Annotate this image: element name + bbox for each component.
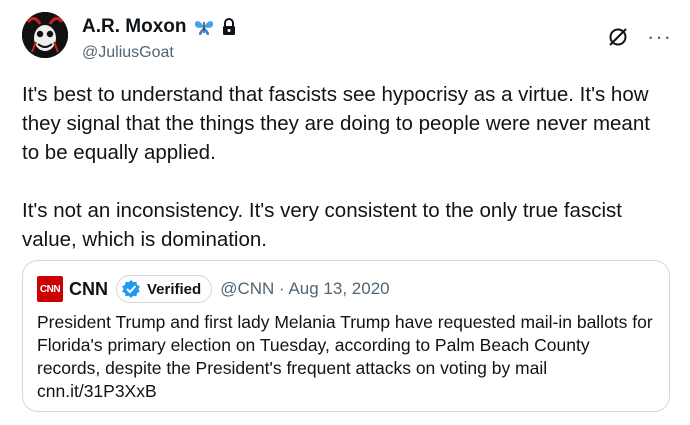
quoted-tweet-text: President Trump and first lady Melania T…: [37, 312, 653, 401]
verified-label: Verified: [147, 280, 202, 298]
goat-avatar-icon: [22, 12, 68, 58]
avatar[interactable]: [22, 12, 68, 58]
quoted-tweet[interactable]: CNN CNN Verified @CNN · Aug 13, 2020 Pre…: [22, 260, 670, 412]
more-options-button[interactable]: ···: [647, 26, 672, 48]
quoted-author-name[interactable]: CNN: [69, 279, 108, 300]
slash-circle-icon[interactable]: [607, 26, 629, 48]
verified-check-icon: [122, 280, 140, 298]
author-handle[interactable]: @JuliusGoat: [82, 44, 174, 62]
verified-badge[interactable]: Verified: [116, 275, 213, 303]
display-name[interactable]: A.R. Moxon: [82, 16, 187, 38]
quoted-tweet-header: CNN CNN Verified @CNN · Aug 13, 2020: [37, 275, 390, 303]
lock-icon: [222, 18, 235, 35]
author-name-row: A.R. Moxon: [82, 16, 237, 38]
tweet-text: It's best to understand that fascists se…: [22, 83, 650, 251]
quoted-meta[interactable]: @CNN · Aug 13, 2020: [220, 279, 389, 299]
butterfly-icon: [194, 21, 213, 35]
cnn-logo[interactable]: CNN: [37, 276, 63, 302]
top-actions: ···: [607, 26, 672, 48]
